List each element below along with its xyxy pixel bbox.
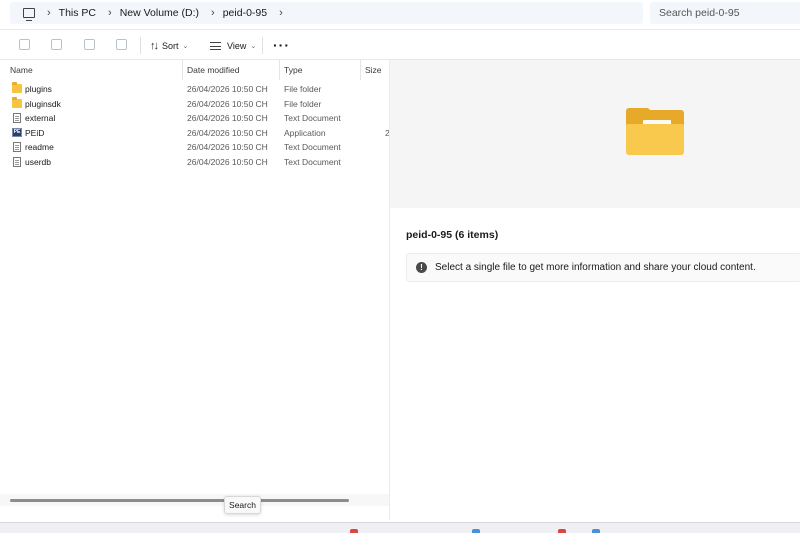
sort-button[interactable]: ↑↓ Sort ⌄ [150,36,188,56]
list-item[interactable]: plugins 26/04/2026 10:50 CH File folder [0,82,389,97]
preview-area [390,60,800,208]
share-icon[interactable] [84,39,95,50]
column-divider[interactable] [182,60,183,80]
list-item[interactable]: userdb 26/04/2026 10:50 CH Text Document [0,155,389,170]
info-message-box: ! Select a single file to get more infor… [406,253,800,282]
file-date: 26/04/2026 10:50 CH [187,113,268,123]
file-date: 26/04/2026 10:50 CH [187,98,268,109]
details-pane: peid-0-95 (6 items) ! Select a single fi… [389,60,800,520]
column-header-name[interactable]: Name [10,65,33,75]
taskbar-app-icon[interactable] [472,529,480,533]
search-input[interactable]: Search peid-0-95 [650,2,800,24]
file-type: Application [284,127,326,138]
list-item[interactable]: external 26/04/2026 10:50 CH Text Docume… [0,111,389,126]
taskbar-app-icon[interactable] [592,529,600,533]
folder-icon [12,96,22,108]
sort-ascending-icon: ^ [91,60,95,64]
sort-label: Sort [162,41,179,51]
command-divider [140,37,141,54]
file-date: 26/04/2026 10:50 CH [187,142,268,152]
command-bar: ↑↓ Sort ⌄ View ⌄ ··· [0,29,800,60]
search-tooltip: Search [224,496,261,514]
chevron-right-icon[interactable]: › [211,7,215,19]
more-options-button[interactable]: ··· [273,38,290,52]
file-date: 26/04/2026 10:50 CH [187,156,268,167]
chevron-right-icon[interactable]: › [279,7,283,19]
file-date: 26/04/2026 10:50 CH [187,127,268,138]
file-type: Text Document [284,156,341,167]
sort-icon: ↑↓ [150,40,159,52]
column-divider[interactable] [360,60,361,80]
column-divider[interactable] [279,60,280,80]
chevron-right-icon[interactable]: › [108,7,112,19]
horizontal-scrollbar-thumb[interactable] [10,499,349,502]
text-document-icon [13,142,21,152]
text-document-icon [13,156,21,167]
peid-app-icon: PE [12,127,22,137]
taskbar-app-icon[interactable] [558,529,566,533]
column-header-size[interactable]: Size [365,65,382,75]
file-type: Text Document [284,113,341,123]
file-list: ^ Name Date modified Type Size plugins 2… [0,60,389,500]
this-pc-icon[interactable] [23,8,35,21]
list-item[interactable]: PE PEiD 26/04/2026 10:50 CH Application … [0,126,389,141]
folder-icon [12,82,22,93]
delete-icon[interactable] [116,39,127,50]
file-name: userdb [25,156,51,167]
file-name: PEiD [25,127,45,138]
chevron-right-icon[interactable]: › [47,7,51,19]
file-type: File folder [284,98,322,109]
breadcrumb-this-pc[interactable]: This PC [59,7,96,19]
rename-icon[interactable] [51,39,62,50]
address-bar[interactable]: › This PC › New Volume (D:) › peid-0-95 … [10,2,643,24]
file-name: readme [25,142,54,152]
column-header-type[interactable]: Type [284,65,302,75]
list-item[interactable]: pluginsdk 26/04/2026 10:50 CH File folde… [0,96,389,112]
info-message: Select a single file to get more informa… [435,262,756,273]
file-type: Text Document [284,142,341,152]
details-title: peid-0-95 (6 items) [406,229,499,241]
file-name: pluginsdk [25,98,61,109]
list-item[interactable]: readme 26/04/2026 10:50 CH Text Document [0,140,389,155]
view-label: View [227,41,247,51]
breadcrumb-new-volume[interactable]: New Volume (D:) [120,7,199,19]
view-icon [210,42,221,50]
command-divider [262,37,263,54]
column-header-date-modified[interactable]: Date modified [187,65,239,75]
folder-icon [626,108,684,156]
file-type: File folder [284,84,322,94]
chevron-down-icon: ⌄ [182,43,189,50]
file-name: external [25,113,56,123]
address-bar-row: › This PC › New Volume (D:) › peid-0-95 … [0,0,800,29]
copy-icon[interactable] [19,39,30,50]
taskbar-app-icon[interactable] [350,529,358,533]
taskbar [0,522,800,533]
chevron-down-icon: ⌄ [250,43,257,50]
text-document-icon [13,113,21,123]
file-date: 26/04/2026 10:50 CH [187,84,268,94]
breadcrumb-current-folder[interactable]: peid-0-95 [223,7,267,19]
info-icon: ! [416,262,427,273]
file-name: plugins [25,84,52,94]
view-button[interactable]: View ⌄ [210,36,256,56]
